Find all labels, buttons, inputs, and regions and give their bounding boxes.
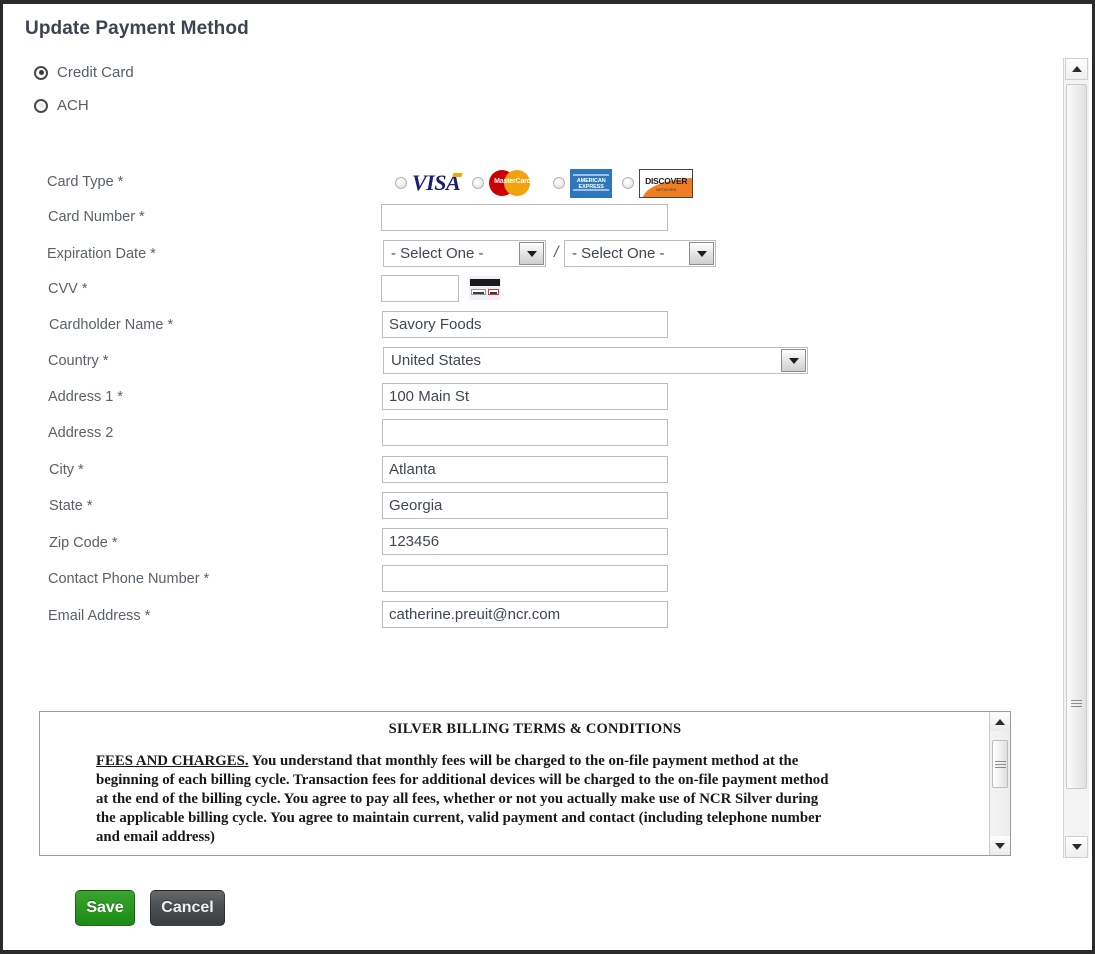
radio-ach-indicator	[34, 98, 48, 113]
page-scroll-up-button[interactable]	[1065, 58, 1088, 80]
chevron-down-icon[interactable]	[689, 242, 714, 265]
cvv-help-card-icon	[469, 276, 501, 300]
terms-and-conditions-panel[interactable]: SILVER BILLING TERMS & CONDITIONS FEES A…	[39, 711, 1011, 856]
page-scroll-thumb[interactable]	[1066, 84, 1087, 789]
label-contact-phone: Contact Phone Number *	[48, 571, 210, 587]
terms-body: FEES AND CHARGES. You understand that mo…	[96, 752, 831, 847]
label-card-number: Card Number *	[48, 209, 145, 225]
radio-credit-card-indicator	[34, 65, 48, 80]
card-type-discover[interactable]: DISCOVER NETWORK	[622, 168, 694, 198]
terms-lead: FEES AND CHARGES.	[96, 753, 249, 769]
radio-amex-indicator	[553, 177, 566, 189]
triangle-up-icon	[1071, 66, 1082, 72]
label-cvv: CVV *	[48, 281, 88, 297]
discover-logo-text: DISCOVER	[645, 175, 688, 186]
radio-credit-card-label: Credit Card	[57, 64, 134, 81]
save-button[interactable]: Save	[75, 890, 135, 926]
grip-icon	[1071, 698, 1082, 709]
chevron-down-icon[interactable]	[519, 242, 544, 265]
city-input[interactable]	[382, 456, 668, 483]
label-expiration-date: Expiration Date *	[47, 246, 156, 262]
triangle-down-icon	[995, 842, 1005, 849]
mastercard-logo-icon: MasterCard	[489, 169, 543, 197]
terms-scroll-thumb[interactable]	[992, 740, 1008, 788]
label-email: Email Address *	[48, 608, 151, 624]
grip-icon	[994, 759, 1006, 770]
expiration-month-select[interactable]: - Select One -	[383, 240, 546, 267]
expiration-month-value: - Select One -	[391, 245, 484, 262]
terms-content: SILVER BILLING TERMS & CONDITIONS FEES A…	[40, 712, 988, 855]
contact-phone-input[interactable]	[382, 565, 668, 592]
label-city: City *	[49, 462, 84, 478]
email-input[interactable]	[382, 601, 668, 628]
amex-logo-icon: AMERICAN EXPRESS	[570, 168, 613, 198]
radio-visa-indicator	[395, 177, 407, 189]
label-zip-code: Zip Code *	[49, 535, 118, 551]
discover-logo-icon: DISCOVER NETWORK	[639, 168, 694, 198]
card-type-visa[interactable]: VISA	[395, 172, 462, 194]
update-payment-method-page: Update Payment Method Credit Card ACH Ca…	[0, 0, 1095, 954]
country-value: United States	[391, 352, 482, 369]
expiration-year-value: - Select One -	[572, 245, 665, 262]
expiration-year-select[interactable]: - Select One -	[564, 240, 716, 267]
address2-input[interactable]	[382, 419, 668, 446]
cancel-button[interactable]: Cancel	[150, 890, 225, 926]
radio-mastercard-indicator	[472, 177, 485, 189]
zip-code-input[interactable]	[382, 528, 668, 555]
visa-logo-icon: VISA	[412, 170, 461, 195]
terms-scrollbar[interactable]	[989, 712, 1010, 855]
page-scroll-down-button[interactable]	[1065, 836, 1088, 858]
terms-scroll-up-button[interactable]	[990, 712, 1010, 731]
label-state: State *	[49, 498, 93, 514]
mastercard-logo-text: MasterCard	[494, 178, 531, 185]
cvv-input[interactable]	[381, 275, 459, 302]
triangle-up-icon	[995, 718, 1005, 725]
radio-discover-indicator	[622, 177, 635, 189]
expiration-separator: /	[554, 244, 559, 261]
label-address1: Address 1 *	[48, 389, 123, 405]
card-number-input[interactable]	[381, 204, 668, 231]
page-scrollbar[interactable]	[1063, 58, 1089, 858]
cardholder-name-input[interactable]	[382, 311, 668, 338]
terms-title: SILVER BILLING TERMS & CONDITIONS	[388, 721, 682, 737]
card-type-options: VISA MasterCard AMERICAN EXPRESS DISCOVE…	[395, 167, 697, 199]
country-select[interactable]: United States	[383, 347, 808, 374]
triangle-down-icon	[1071, 844, 1082, 850]
state-input[interactable]	[382, 492, 668, 519]
radio-ach[interactable]: ACH	[34, 97, 89, 114]
chevron-down-icon[interactable]	[781, 349, 806, 372]
label-card-type: Card Type *	[47, 174, 124, 190]
terms-scroll-down-button[interactable]	[990, 836, 1010, 855]
page-title: Update Payment Method	[25, 18, 249, 39]
page-scroll-grip	[1064, 698, 1089, 709]
address1-input[interactable]	[382, 383, 668, 410]
card-type-mastercard[interactable]: MasterCard	[472, 169, 543, 197]
card-type-amex[interactable]: AMERICAN EXPRESS	[553, 168, 613, 198]
label-cardholder-name: Cardholder Name *	[49, 317, 174, 333]
discover-logo-subtext: NETWORK	[655, 186, 677, 192]
amex-logo-text: AMERICAN EXPRESS	[576, 177, 606, 191]
label-country: Country *	[48, 353, 109, 369]
radio-ach-label: ACH	[57, 97, 89, 114]
radio-credit-card[interactable]: Credit Card	[34, 64, 134, 81]
label-address2: Address 2	[48, 425, 114, 441]
